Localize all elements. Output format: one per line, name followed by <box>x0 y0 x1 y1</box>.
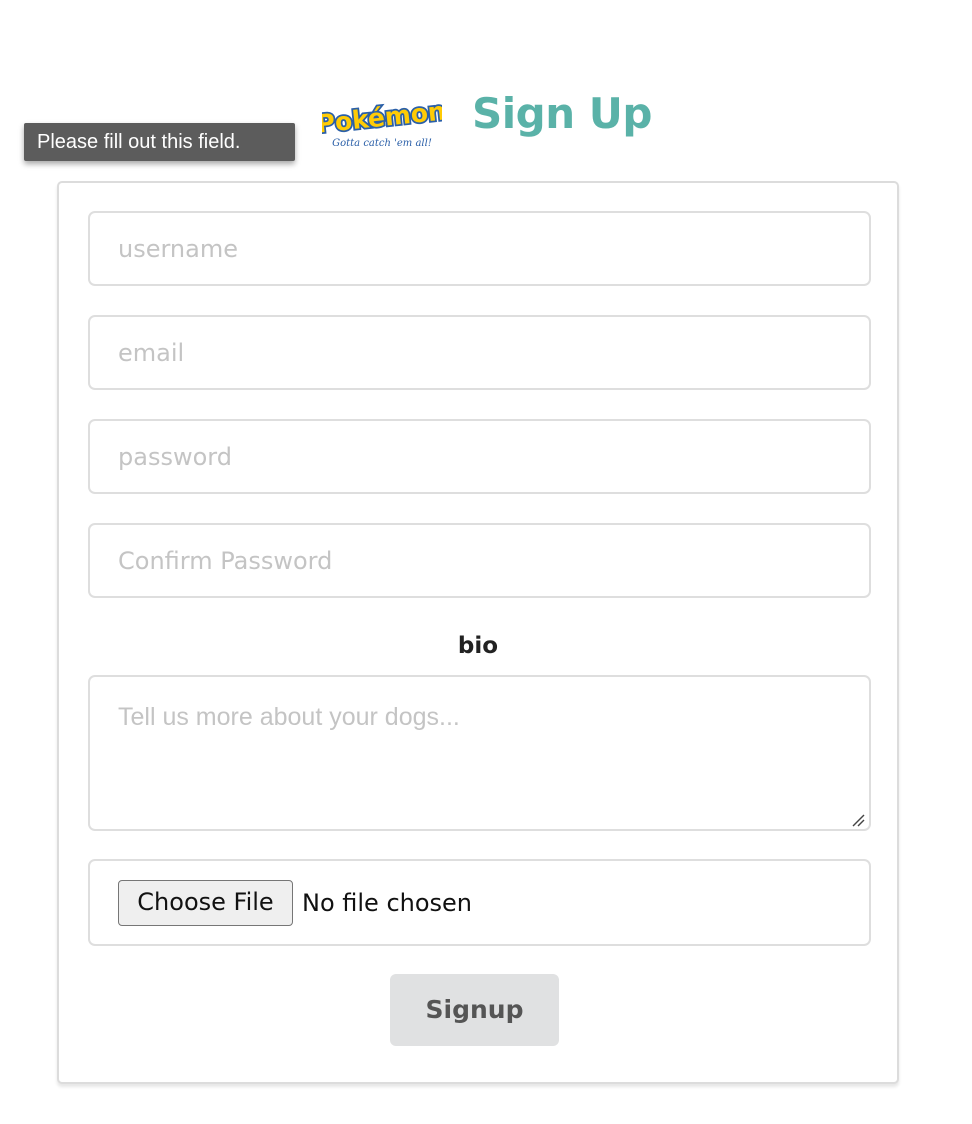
username-input[interactable] <box>88 211 871 286</box>
bio-textarea[interactable] <box>88 675 871 831</box>
signup-form-card: bio Choose File No file chosen Signup <box>57 181 899 1084</box>
file-status-text: No file chosen <box>302 889 473 917</box>
signup-page: Pokémon Gotta catch 'em all! Sign Up Ple… <box>0 0 972 1124</box>
bio-label: bio <box>457 633 499 659</box>
resize-handle-icon[interactable] <box>851 813 865 827</box>
logo-wordmark: Pokémon <box>322 96 442 138</box>
email-input[interactable] <box>88 315 871 390</box>
logo-tagline: Gotta catch 'em all! <box>332 138 432 149</box>
page-title: Sign Up <box>472 89 652 138</box>
password-input[interactable] <box>88 419 871 494</box>
file-upload-field: Choose File No file chosen <box>88 859 871 946</box>
pokemon-logo-icon: Pokémon Gotta catch 'em all! <box>322 96 442 149</box>
confirm-password-input[interactable] <box>88 523 871 598</box>
signup-button[interactable]: Signup <box>390 974 559 1046</box>
choose-file-button[interactable]: Choose File <box>118 880 293 926</box>
validation-tooltip: Please fill out this field. <box>24 123 295 161</box>
